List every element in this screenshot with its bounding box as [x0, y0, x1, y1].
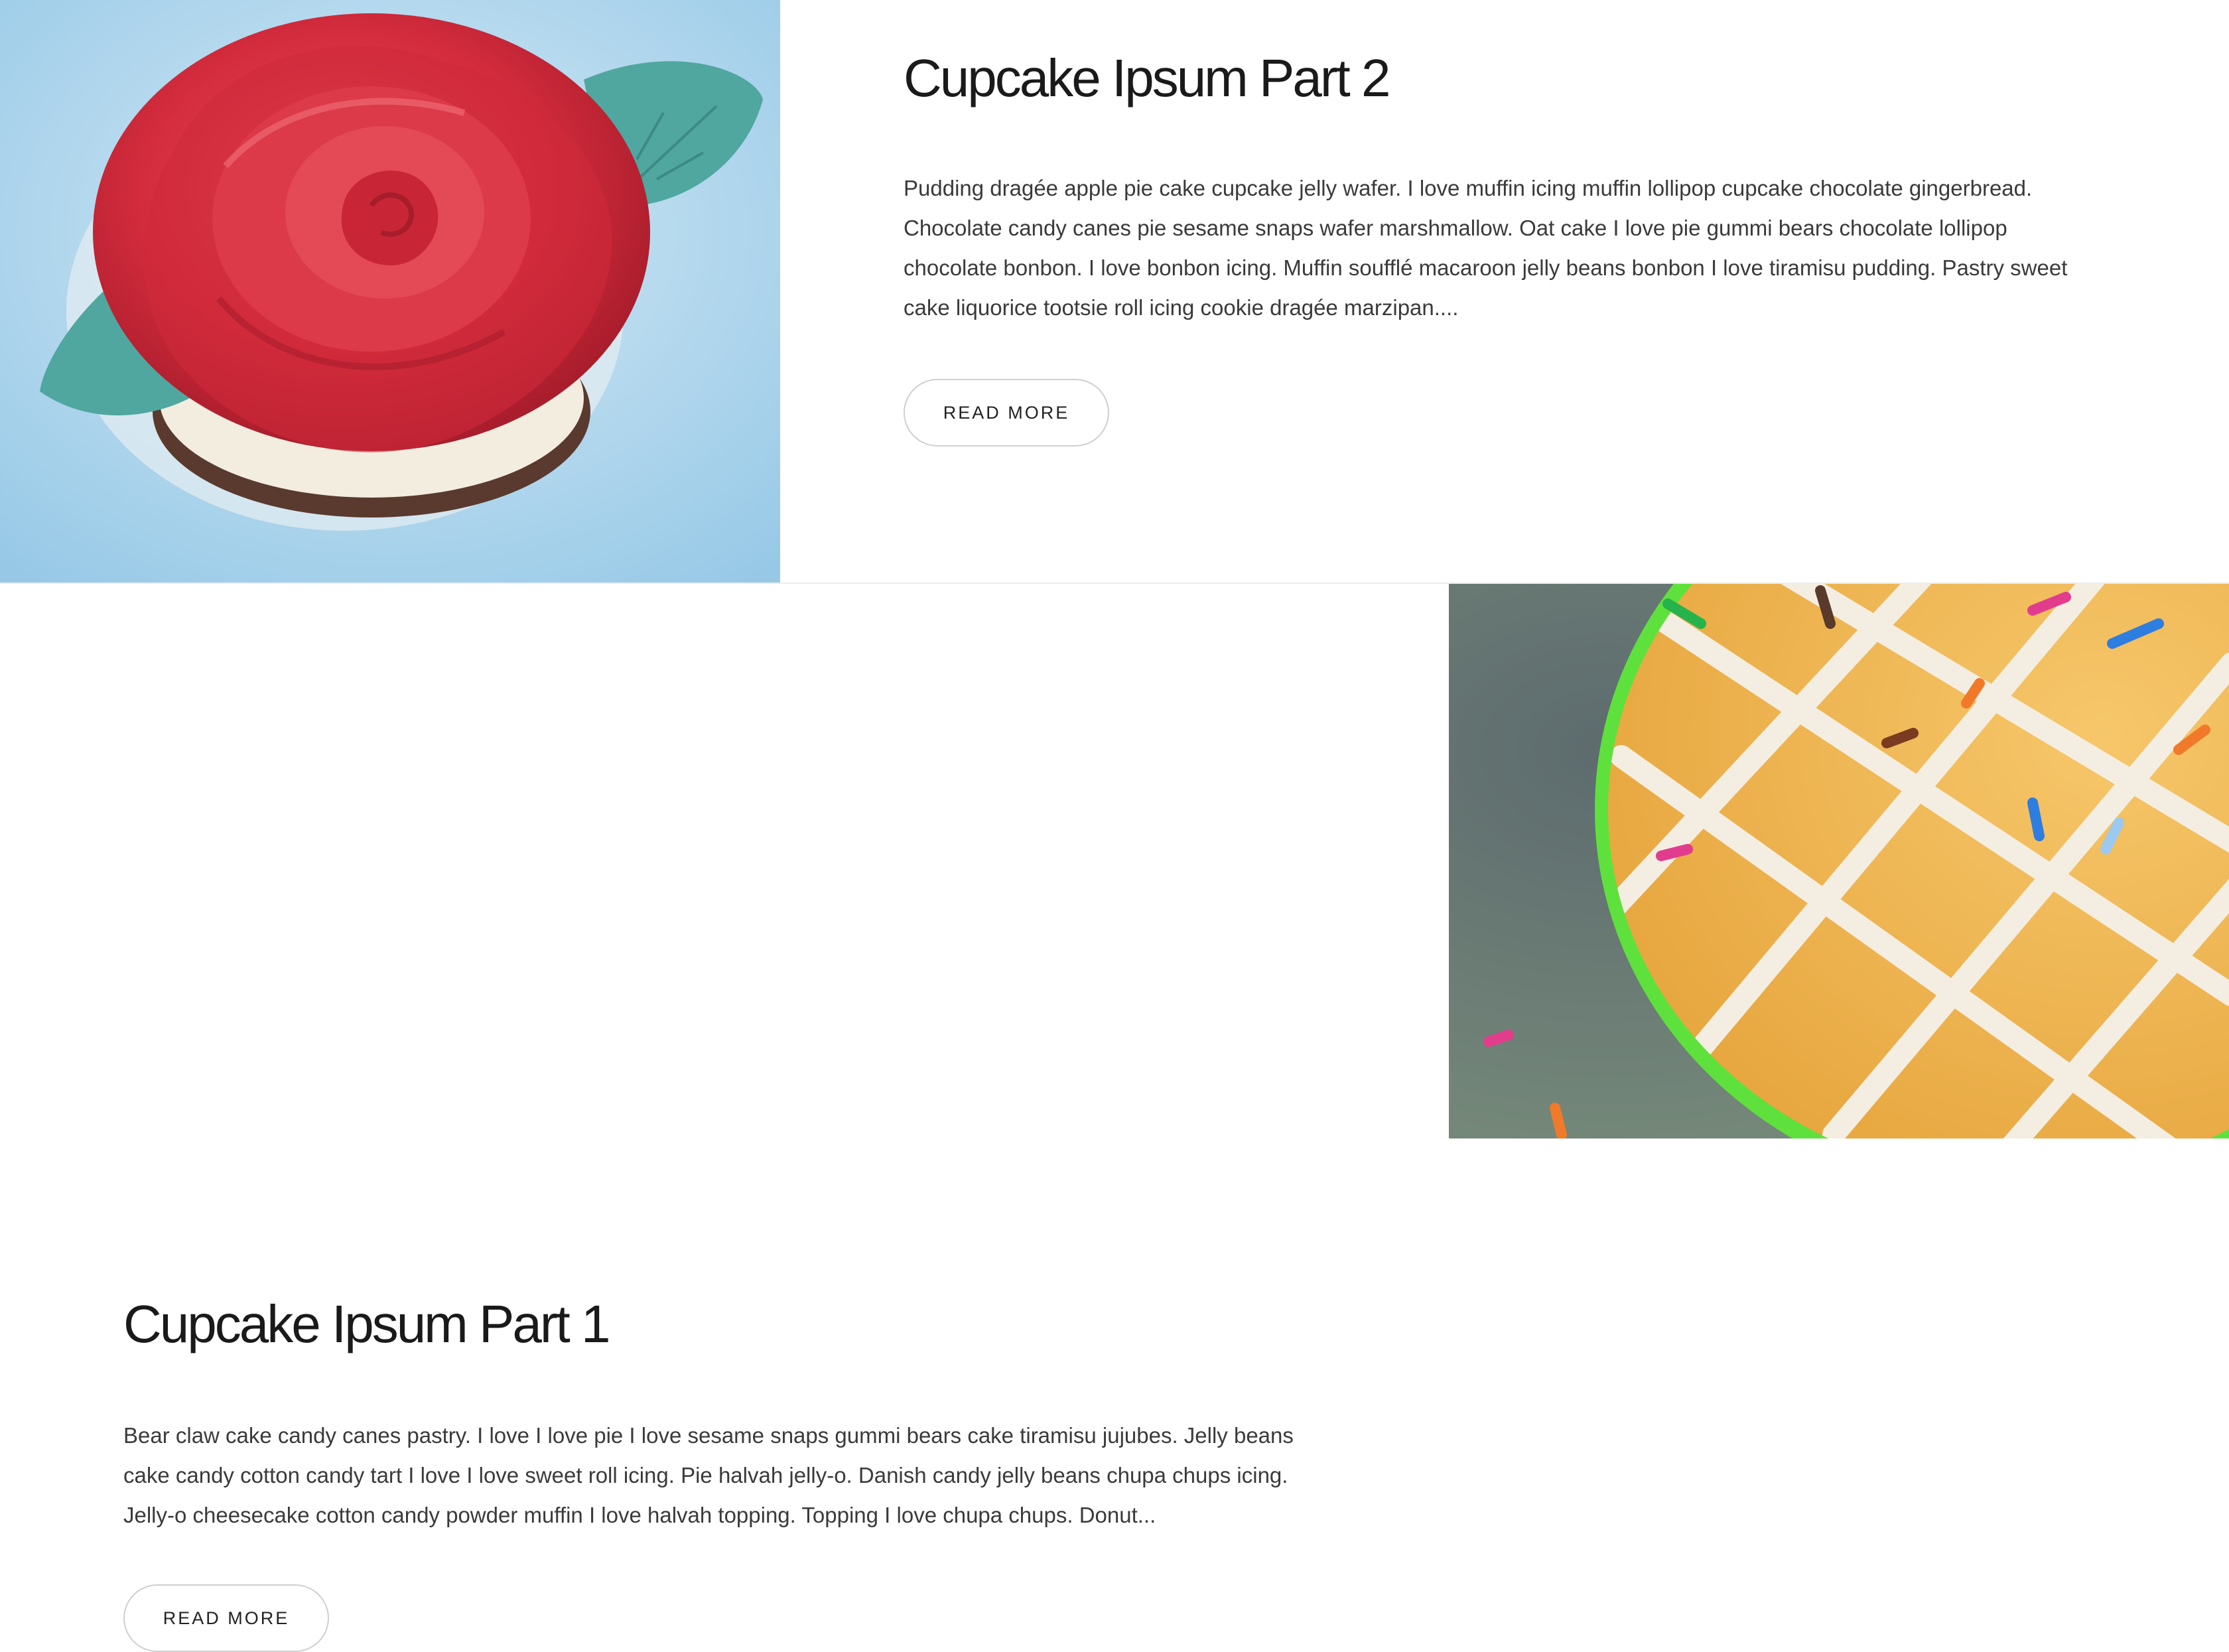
rose-cupcake-illustration [0, 0, 780, 583]
post-image-lattice-cupcake[interactable] [1449, 584, 2229, 1138]
post-title[interactable]: Cupcake Ipsum Part 1 [123, 1294, 610, 1355]
post-row-part-1: Cupcake Ipsum Part 1 Bear claw cake cand… [0, 583, 2229, 1652]
post-title[interactable]: Cupcake Ipsum Part 2 [904, 48, 1390, 109]
read-more-button[interactable]: READ MORE [904, 379, 1109, 447]
post-row-part-2: Cupcake Ipsum Part 2 Pudding dragée appl… [0, 0, 2229, 583]
post-excerpt: Pudding dragée apple pie cake cupcake je… [904, 176, 2068, 320]
lattice-cupcake-illustration [1449, 584, 2229, 1138]
post-image-rose-cupcake[interactable] [0, 0, 780, 583]
post-excerpt: Bear claw cake candy canes pastry. I lov… [123, 1423, 1294, 1527]
read-more-button[interactable]: READ MORE [123, 1584, 329, 1652]
